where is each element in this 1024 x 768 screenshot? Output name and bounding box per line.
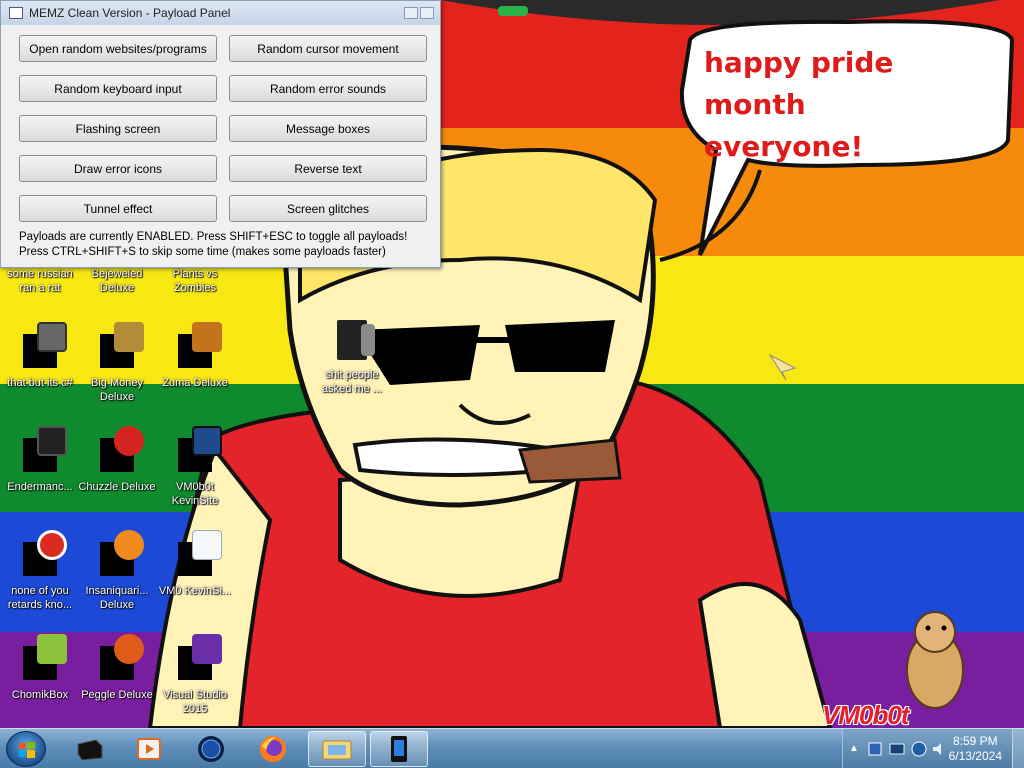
speech-bubble-text: happy pride month everyone! [704,42,1004,168]
window-title: MEMZ Clean Version - Payload Panel [29,6,231,20]
taskbar-explorer[interactable] [308,731,366,767]
screen-glitches-button[interactable]: Screen glitches [229,195,427,222]
volume-icon[interactable] [931,741,947,757]
monitor-icon [178,426,222,472]
desktop-icon-label: Insaniquari... Deluxe [85,585,149,611]
mouse-cursor-icon [768,353,797,381]
hamster-eye [941,625,947,631]
media-player-icon [137,738,161,760]
desktop-icon[interactable]: Insaniquari... Deluxe [77,530,157,612]
security-shield-icon[interactable] [911,741,927,757]
window-controls [404,7,440,19]
show-desktop-button[interactable] [1012,729,1024,768]
desktop-icon[interactable]: Peggle Deluxe [77,634,157,702]
maximize-icon[interactable] [420,7,434,19]
desktop-icon-label: VM0 KevinSi... [158,585,232,597]
desktop-icon-label: some russian ran a rat [7,268,73,294]
desktop-icon[interactable]: Big Money Deluxe [77,322,157,404]
open-random-websites-button[interactable]: Open random websites/programs [19,35,217,62]
peggle-icon [100,634,144,680]
explorer-icon [322,740,352,760]
window-app-icon [391,736,407,762]
random-keyboard-input-button[interactable]: Random keyboard input [19,75,217,102]
desktop-icon-label: Big Money Deluxe [91,377,143,403]
reverse-text-button[interactable]: Reverse text [229,155,427,182]
draw-error-icons-button[interactable]: Draw error icons [19,155,217,182]
system-tray: ▲ 8:59 PM 6/13/2024 [842,729,1024,768]
speech-line-1: happy pride month [704,46,894,121]
flashing-screen-button[interactable]: Flashing screen [19,115,217,142]
chuzzle-icon [100,426,144,472]
desktop-icon-label: Bejeweled Deluxe [91,268,143,294]
minimize-icon[interactable] [404,7,418,19]
taskbar-firefox[interactable] [244,731,302,767]
tunnel-effect-button[interactable]: Tunnel effect [19,195,217,222]
desktop-icon-label: Zuma Deluxe [162,377,228,389]
desktop-icon-label: Visual Studio 2015 [162,689,227,715]
green-blob [498,6,528,16]
document-icon [178,530,222,576]
windows-logo-icon [19,742,35,758]
random-cursor-movement-button[interactable]: Random cursor movement [229,35,427,62]
hamster-head [914,611,956,653]
message-boxes-button[interactable]: Message boxes [229,115,427,142]
right-arm [697,582,833,728]
start-button[interactable] [6,731,46,767]
globe-icon [198,736,224,762]
desktop-icon[interactable]: Zuma Deluxe [155,322,235,390]
random-error-sounds-button[interactable]: Random error sounds [229,75,427,102]
status-text: Payloads are currently ENABLED. Press SH… [19,230,407,260]
desktop-icon-label: Peggle Deluxe [81,689,153,701]
clock-date: 6/13/2024 [948,749,1002,763]
status-line-2: Press CTRL+SHIFT+S to skip some time (ma… [19,246,386,258]
desktop-icon-label: Chuzzle Deluxe [78,481,156,493]
sunglasses-right [505,320,615,372]
circle-app-icon [23,530,67,576]
window-titlebar[interactable]: MEMZ Clean Version - Payload Panel [1,1,440,25]
console-icon [23,426,67,472]
brand-watermark: VM0b0t [822,700,909,730]
display-icon[interactable] [889,741,905,757]
taskbar-media-player[interactable] [120,731,178,767]
terminal-icon [77,739,103,761]
taskbar-terminal[interactable] [60,731,118,767]
taskbar-clock[interactable]: 8:59 PM 6/13/2024 [949,734,1002,764]
frog-idol-icon [178,322,222,368]
desktop-icon-label: shit people asked me ... [322,369,382,395]
folder-icon [337,320,375,360]
taskbar-globe[interactable] [182,731,240,767]
desktop-icon-label: none of you retards kno... [7,585,73,611]
desktop-icon-label: Plants vs Zombies [172,268,218,294]
desktop-icon[interactable]: none of you retards kno... [0,530,80,612]
tray-expand-icon[interactable]: ▲ [849,743,859,754]
network-icon[interactable] [867,741,883,757]
money-bag-icon [100,322,144,368]
firefox-icon [260,736,286,762]
desktop-icon-label: Endermanc... [7,481,73,493]
stack-icon [23,322,67,368]
desktop-icon-label: that but its c# [7,377,73,389]
desktop-icon[interactable]: ChomikBox [0,634,80,702]
desktop-icon-label: ChomikBox [11,689,69,701]
app-icon [9,7,23,19]
desktop-icon[interactable]: Endermanc... [0,426,80,494]
fish-icon [100,530,144,576]
desktop-icon[interactable]: VM0b0t KevinSite [155,426,235,508]
desktop-icon[interactable]: Chuzzle Deluxe [77,426,157,494]
taskbar: ▲ 8:59 PM 6/13/2024 [0,728,1024,768]
desktop-icon[interactable]: that but its c# [0,322,80,390]
status-line-1: Payloads are currently ENABLED. Press SH… [19,231,408,243]
speech-line-2: everyone! [704,130,864,163]
visual-studio-icon [178,634,222,680]
hamster-eye [925,625,931,631]
taskbar-window-app[interactable] [370,731,428,767]
desktop-icon[interactable]: VM0 KevinSi... [155,530,235,598]
memz-payload-window[interactable]: MEMZ Clean Version - Payload Panel Open … [0,0,441,268]
desktop-icon[interactable]: shit people asked me ... [312,320,392,396]
clock-time: 8:59 PM [952,734,998,748]
desktop-icon-label: VM0b0t KevinSite [171,481,219,507]
desktop-icon[interactable]: Visual Studio 2015 [155,634,235,716]
hamster-box-icon [23,634,67,680]
